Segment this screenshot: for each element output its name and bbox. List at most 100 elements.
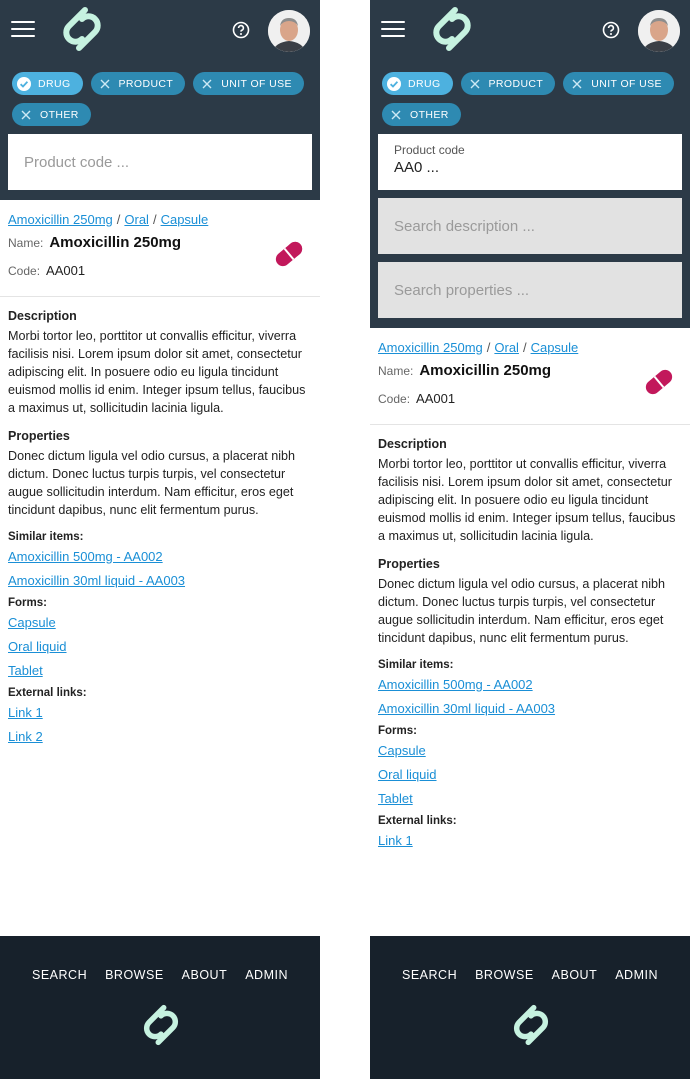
form-link[interactable]: Oral liquid	[8, 639, 312, 655]
code-key: Code:	[378, 392, 411, 406]
chip-label: UNIT OF USE	[591, 77, 662, 90]
similar-item-link[interactable]: Amoxicillin 30ml liquid - AA003	[378, 701, 682, 717]
footer-link-admin[interactable]: ADMIN	[245, 968, 288, 982]
footer-link-admin[interactable]: ADMIN	[615, 968, 658, 982]
external-links-list: Link 1	[378, 833, 682, 849]
code-row: Code: AA001	[8, 263, 85, 278]
form-link[interactable]: Oral liquid	[378, 767, 682, 783]
breadcrumb-separator: /	[116, 212, 121, 227]
breadcrumb-link[interactable]: Amoxicillin 250mg	[378, 340, 483, 355]
product-code-search	[8, 134, 312, 190]
phone-screen-right: DRUG PRODUCT UNIT OF USE OTHER Product c…	[370, 0, 690, 1079]
breadcrumb: Amoxicillin 250mg / Oral / Capsule	[370, 328, 690, 355]
product-details: Description Morbi tortor leo, porttitor …	[0, 297, 320, 745]
similar-items-list: Amoxicillin 500mg - AA002 Amoxicillin 30…	[8, 549, 312, 589]
breadcrumb-link[interactable]: Amoxicillin 250mg	[8, 212, 113, 227]
external-link[interactable]: Link 1	[8, 705, 312, 721]
chip-label: OTHER	[40, 108, 79, 121]
chip-other[interactable]: OTHER	[382, 103, 461, 126]
forms-title: Forms:	[8, 597, 47, 609]
close-icon[interactable]	[97, 76, 113, 92]
breadcrumb-link[interactable]: Oral	[124, 212, 149, 227]
footer-link-about[interactable]: ABOUT	[182, 968, 228, 982]
product-code-search[interactable]: Product code AA0 ...	[378, 134, 682, 190]
form-link[interactable]: Capsule	[378, 743, 682, 759]
avatar[interactable]	[638, 10, 680, 52]
description-search-input[interactable]	[378, 198, 682, 254]
form-link[interactable]: Capsule	[8, 615, 312, 631]
chip-drug[interactable]: DRUG	[12, 72, 83, 95]
name-key: Name:	[378, 364, 414, 378]
footer-logo-icon	[513, 1004, 549, 1046]
close-icon[interactable]	[569, 76, 585, 92]
properties-text: Donec dictum ligula vel odio cursus, a p…	[378, 577, 666, 645]
external-links-title: External links:	[8, 687, 87, 699]
external-link[interactable]: Link 1	[378, 833, 682, 849]
footer-link-search[interactable]: SEARCH	[402, 968, 457, 982]
footer-link-about[interactable]: ABOUT	[552, 968, 598, 982]
help-icon[interactable]	[231, 20, 251, 40]
product-details: Description Morbi tortor leo, porttitor …	[370, 425, 690, 849]
chip-other[interactable]: OTHER	[12, 103, 91, 126]
help-icon[interactable]	[601, 20, 621, 40]
product-code: AA001	[46, 263, 86, 278]
forms-title: Forms:	[378, 725, 417, 737]
similar-item-link[interactable]: Amoxicillin 30ml liquid - AA003	[8, 573, 312, 589]
close-icon[interactable]	[199, 76, 215, 92]
breadcrumb: Amoxicillin 250mg / Oral / Capsule	[0, 200, 320, 227]
footer-link-search[interactable]: SEARCH	[32, 968, 87, 982]
footer: SEARCH BROWSE ABOUT ADMIN	[0, 936, 320, 1079]
similar-item-link[interactable]: Amoxicillin 500mg - AA002	[378, 677, 682, 693]
check-circle-icon	[386, 76, 402, 92]
product-code-value[interactable]: AA0 ...	[394, 159, 439, 176]
breadcrumb-link[interactable]: Capsule	[161, 212, 209, 227]
footer-nav: SEARCH BROWSE ABOUT ADMIN	[370, 968, 690, 982]
chip-product[interactable]: PRODUCT	[460, 72, 556, 95]
top-bar	[0, 0, 320, 62]
chip-label: PRODUCT	[118, 77, 174, 90]
chip-label: PRODUCT	[488, 77, 544, 90]
header: DRUG PRODUCT UNIT OF USE OTHER	[0, 0, 320, 200]
pill-icon	[275, 241, 303, 267]
name-row: Name: Amoxicillin 250mg	[8, 234, 181, 251]
chip-product[interactable]: PRODUCT	[90, 72, 186, 95]
product-header: Name: Amoxicillin 250mg Code: AA001	[370, 355, 690, 425]
filter-chips: DRUG PRODUCT UNIT OF USE OTHER	[370, 62, 690, 134]
description-text: Morbi tortor leo, porttitor ut convallis…	[8, 329, 306, 415]
properties-search	[378, 262, 682, 318]
properties-title: Properties	[8, 429, 70, 443]
product-header: Name: Amoxicillin 250mg Code: AA001	[0, 227, 320, 297]
logo-icon[interactable]	[425, 6, 479, 52]
chip-label: UNIT OF USE	[221, 77, 292, 90]
close-icon[interactable]	[388, 107, 404, 123]
chip-unit-of-use[interactable]: UNIT OF USE	[563, 72, 674, 95]
external-link[interactable]: Link 2	[8, 729, 312, 745]
breadcrumb-separator: /	[152, 212, 157, 227]
product-code-label: Product code	[394, 143, 465, 157]
logo-icon[interactable]	[55, 6, 109, 52]
properties-title: Properties	[378, 557, 440, 571]
breadcrumb-link[interactable]: Capsule	[531, 340, 579, 355]
menu-icon[interactable]	[381, 21, 405, 38]
description-text: Morbi tortor leo, porttitor ut convallis…	[378, 457, 676, 543]
pill-icon	[645, 369, 673, 395]
product-name: Amoxicillin 250mg	[49, 234, 182, 251]
chip-unit-of-use[interactable]: UNIT OF USE	[193, 72, 304, 95]
chip-drug[interactable]: DRUG	[382, 72, 453, 95]
form-link[interactable]: Tablet	[378, 791, 682, 807]
external-links-title: External links:	[378, 815, 457, 827]
menu-icon[interactable]	[11, 21, 35, 38]
properties-search-input[interactable]	[378, 262, 682, 318]
footer-link-browse[interactable]: BROWSE	[105, 968, 164, 982]
form-link[interactable]: Tablet	[8, 663, 312, 679]
avatar[interactable]	[268, 10, 310, 52]
breadcrumb-link[interactable]: Oral	[494, 340, 519, 355]
similar-items-title: Similar items:	[378, 659, 454, 671]
code-key: Code:	[8, 264, 41, 278]
close-icon[interactable]	[18, 107, 34, 123]
product-code-input[interactable]	[8, 134, 312, 190]
properties-text: Donec dictum ligula vel odio cursus, a p…	[8, 449, 296, 517]
footer-link-browse[interactable]: BROWSE	[475, 968, 534, 982]
close-icon[interactable]	[467, 76, 483, 92]
similar-item-link[interactable]: Amoxicillin 500mg - AA002	[8, 549, 312, 565]
